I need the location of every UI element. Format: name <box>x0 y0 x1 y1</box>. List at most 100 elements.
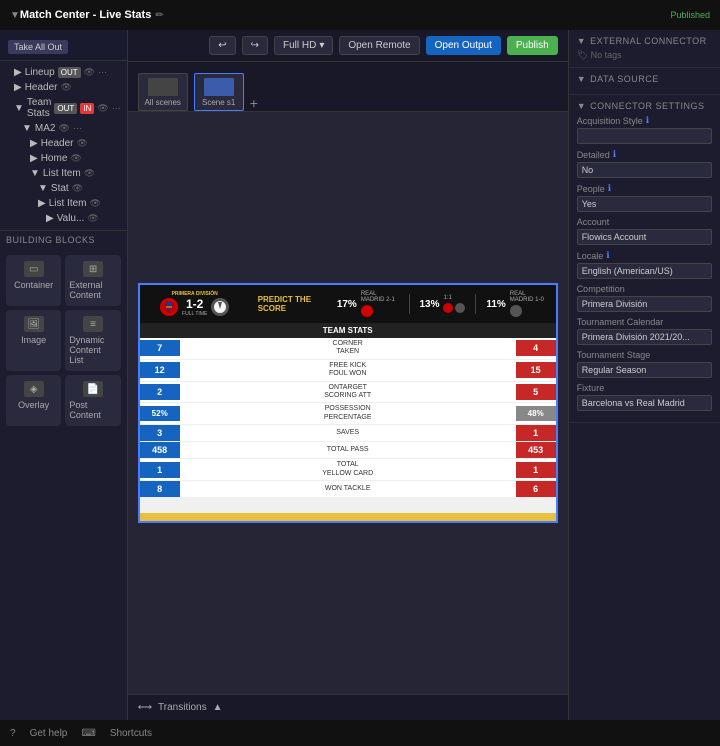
transitions-label: Transitions <box>158 702 207 713</box>
eye-icon-2[interactable]: 👁 <box>61 82 72 93</box>
score-header: PRIMERA DIVISIÓN <box>140 285 556 323</box>
detailed-select[interactable]: No <box>577 162 712 178</box>
tree-item-home[interactable]: ▶ Home 👁 <box>0 151 127 166</box>
score-badge: PRIMERA DIVISIÓN <box>160 291 229 317</box>
fixture-select[interactable]: Barcelona vs Real Madrid <box>577 395 712 411</box>
info-icon-1[interactable]: ℹ <box>646 115 649 126</box>
take-all-button[interactable]: Take All Out <box>8 40 68 54</box>
eye-icon-7[interactable]: 👁 <box>84 168 95 179</box>
lineup-badge: OUT <box>58 67 81 78</box>
eye-icon-8[interactable]: 👁 <box>72 183 83 194</box>
scene-s1[interactable]: Scene s1 <box>194 73 244 111</box>
stat-right-ot: 5 <box>516 384 556 400</box>
shortcuts-label[interactable]: Shortcuts <box>110 728 152 739</box>
tree-item-listitem2[interactable]: ▶ List Item 👁 <box>0 196 127 211</box>
eye-icon-6[interactable]: 👁 <box>70 153 81 164</box>
scene-all[interactable]: All scenes <box>138 73 188 111</box>
post-content-icon: 📄 <box>83 381 103 397</box>
more-icon-2[interactable]: ⋯ <box>112 103 121 114</box>
stat-right-corner: 4 <box>516 340 556 356</box>
eye-icon-4[interactable]: 👁 <box>58 123 69 134</box>
container-label: Container <box>14 280 53 290</box>
edit-icon[interactable]: ✏ <box>155 10 163 21</box>
redo-button[interactable]: ↪ <box>242 36 268 55</box>
eye-icon[interactable]: 👁 <box>84 67 95 78</box>
team-icon-2b <box>455 303 465 313</box>
tree-item-ma2[interactable]: ▼ MA2 👁 ⋯ <box>0 121 127 136</box>
account-select[interactable]: Flowics Account <box>577 229 712 245</box>
tree-item-listitem[interactable]: ▼ List Item 👁 <box>0 166 127 181</box>
scene-all-label: All scenes <box>144 98 180 107</box>
published-status: Published <box>670 10 710 20</box>
eye-icon-10[interactable]: 👁 <box>87 213 98 224</box>
tree-item-lineup[interactable]: ▶ Lineup OUT 👁 ⋯ <box>0 65 127 80</box>
transitions-expand[interactable]: ▲ <box>213 702 223 713</box>
stat-label-tackle: WON TACKLE <box>180 483 516 495</box>
info-icon-4[interactable]: ℹ <box>606 250 609 261</box>
get-help-label[interactable]: Get help <box>30 728 68 739</box>
keyboard-icon: ⌨ <box>81 728 95 739</box>
predict-item-1: 17% REAL MADRID 2-1 <box>337 291 399 317</box>
add-scene-button[interactable]: + <box>250 95 258 111</box>
stat-left-fk: 12 <box>140 362 180 378</box>
resolution-label: Full HD <box>283 40 316 51</box>
team-home-badge <box>160 298 178 316</box>
predict-pct-3: 11% <box>486 299 505 310</box>
canvas-area[interactable]: PRIMERA DIVISIÓN <box>128 112 568 694</box>
external-connector-title: ▼ External Connector <box>577 36 712 46</box>
tree-item-valu[interactable]: ▶ Valu... 👁 <box>0 211 127 226</box>
eye-icon-9[interactable]: 👁 <box>90 198 101 209</box>
eye-icon-5[interactable]: 👁 <box>77 138 88 149</box>
block-external-content[interactable]: ⊞ External Content <box>65 255 120 306</box>
acquisition-style-select[interactable] <box>577 128 712 144</box>
stats-row-tackle: 8 WON TACKLE 6 <box>140 481 556 498</box>
publish-button[interactable]: Publish <box>507 36 558 55</box>
block-dynamic-content-list[interactable]: ≡ Dynamic Content List <box>65 310 120 371</box>
locale-select[interactable]: English (American/US) <box>577 263 712 279</box>
block-post-content[interactable]: 📄 Post Content <box>65 375 120 426</box>
app-breadcrumb: ▼ <box>10 10 20 21</box>
stat-label-ot: ONTARGETSCORING ATT <box>180 382 516 403</box>
tournament-calendar-select[interactable]: Primera División 2021/20... <box>577 329 712 345</box>
more-icon-3[interactable]: ⋯ <box>73 123 82 134</box>
tree-item-header2[interactable]: ▶ Header 👁 <box>0 136 127 151</box>
stat-right-fk: 15 <box>516 362 556 378</box>
eye-icon-3[interactable]: 👁 <box>97 103 108 114</box>
stat-left-yellow: 1 <box>140 462 180 478</box>
header-label: Header <box>25 82 58 93</box>
field-account: Account Flowics Account <box>577 217 712 245</box>
building-blocks-header: BUILDING BLOCKS <box>0 230 127 249</box>
detailed-label: Detailed ℹ <box>577 149 712 160</box>
more-icon[interactable]: ⋯ <box>98 67 107 78</box>
field-people: People ℹ Yes <box>577 183 712 212</box>
block-overlay[interactable]: ◈ Overlay <box>6 375 61 426</box>
valu-label: Valu... <box>57 213 85 224</box>
info-icon-2[interactable]: ℹ <box>613 149 616 160</box>
resolution-button[interactable]: Full HD ▾ <box>274 36 333 55</box>
field-competition: Competition Primera División <box>577 284 712 312</box>
undo-button[interactable]: ↩ <box>209 36 235 55</box>
tree-item-stat[interactable]: ▼ Stat 👁 <box>0 181 127 196</box>
block-container[interactable]: ▭ Container <box>6 255 61 306</box>
competition-select[interactable]: Primera División <box>577 296 712 312</box>
tournament-stage-select[interactable]: Regular Season <box>577 362 712 378</box>
header2-label: Header <box>41 138 74 149</box>
left-header: Take All Out <box>0 30 127 61</box>
info-icon-3[interactable]: ℹ <box>608 183 611 194</box>
stat-label-pass: TOTAL PASS <box>180 444 516 456</box>
divider-1 <box>409 294 410 314</box>
image-label: Image <box>21 335 46 345</box>
people-label: People ℹ <box>577 183 712 194</box>
block-image[interactable]: 🖼 Image <box>6 310 61 371</box>
undo-icon: ↩ <box>218 40 226 51</box>
people-select[interactable]: Yes <box>577 196 712 212</box>
full-time-label: FULL TIME <box>182 311 207 317</box>
tree-item-teamstats[interactable]: ▼ Team Stats OUT IN 👁 ⋯ <box>0 95 127 121</box>
team-icon-1 <box>361 305 373 317</box>
tree-item-header[interactable]: ▶ Header 👁 <box>0 80 127 95</box>
teamstats-in-badge: IN <box>80 103 94 114</box>
teamstats-label: Team Stats <box>27 97 51 119</box>
stat-right-yellow: 1 <box>516 462 556 478</box>
open-remote-button[interactable]: Open Remote <box>339 36 419 55</box>
open-output-button[interactable]: Open Output <box>426 36 501 55</box>
